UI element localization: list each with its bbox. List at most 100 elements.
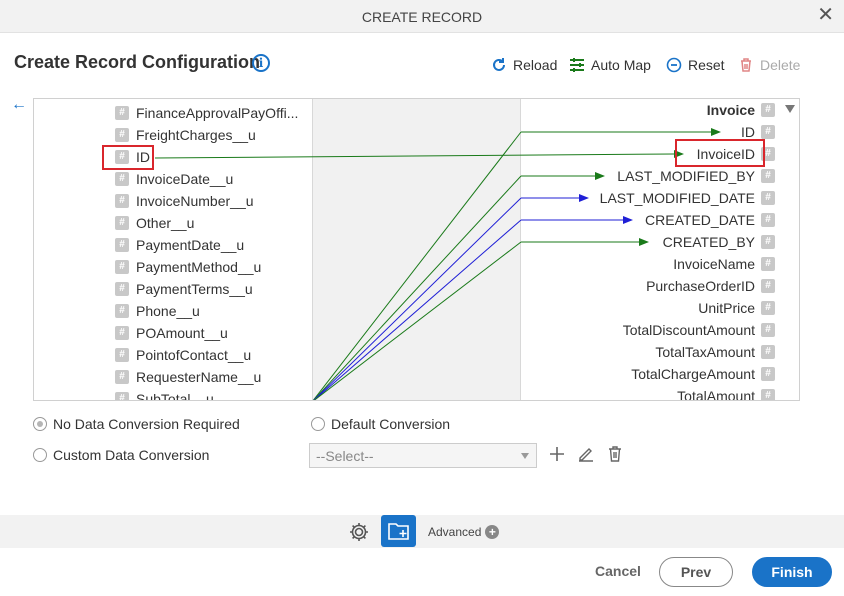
hash-icon: # [115, 392, 129, 400]
target-field-label: LAST_MODIFIED_DATE [599, 190, 755, 206]
source-field-row[interactable]: # PaymentDate__u [115, 236, 244, 254]
hash-icon: # [115, 194, 129, 208]
hash-icon: # [115, 172, 129, 186]
target-field-label: UnitPrice [698, 300, 755, 316]
custom-conversion-label: Custom Data Conversion [53, 447, 210, 463]
advanced-toggle[interactable]: Advanced + [428, 525, 500, 539]
plus-circle-icon: + [485, 525, 500, 539]
auto-map-icon [570, 58, 584, 72]
source-field-row[interactable]: # InvoiceDate__u [115, 170, 233, 188]
source-field-row[interactable]: # FinanceApprovalPayOffi... [115, 104, 298, 122]
target-field-row[interactable]: LAST_MODIFIED_DATE # [599, 189, 775, 207]
source-field-label: PaymentMethod__u [136, 259, 262, 275]
auto-map-button[interactable]: Auto Map [569, 57, 651, 73]
source-field-label: RequesterName__u [136, 369, 262, 385]
source-field-row[interactable]: # PointofContact__u [115, 346, 251, 364]
source-field-label: PaymentDate__u [136, 237, 245, 253]
target-field-row[interactable]: TotalAmount # [677, 387, 775, 400]
source-field-label: FinanceApprovalPayOffi... [136, 105, 299, 121]
trash-icon[interactable] [606, 445, 624, 463]
hash-icon: # [761, 257, 775, 271]
info-icon[interactable]: i [252, 54, 270, 72]
target-field-row[interactable]: CREATED_BY # [663, 233, 775, 251]
page-title: Create Record Configuration [14, 52, 261, 72]
back-arrow-icon[interactable]: ← [11, 96, 27, 114]
source-field-row[interactable]: # PaymentMethod__u [115, 258, 261, 276]
default-conversion-label: Default Conversion [331, 416, 451, 432]
hash-icon: # [115, 238, 129, 252]
source-field-row[interactable]: # PaymentTerms__u [115, 280, 253, 298]
radio-circle-checked [33, 417, 47, 431]
source-field-label: FreightCharges__u [136, 127, 256, 143]
target-field-row[interactable]: UnitPrice # [698, 299, 775, 317]
source-field-label: InvoiceNumber__u [136, 193, 254, 209]
folder-plus-icon [388, 523, 409, 540]
source-field-label: Phone__u [136, 303, 200, 319]
target-field-row[interactable]: PurchaseOrderID # [646, 277, 775, 295]
conversion-select[interactable]: --Select-- [309, 443, 537, 468]
source-field-label: InvoiceDate__u [136, 171, 234, 187]
delete-button[interactable]: Delete [738, 57, 800, 73]
target-field-label: PurchaseOrderID [646, 278, 755, 294]
reset-label: Reset [688, 57, 725, 73]
source-field-row[interactable]: # RequesterName__u [115, 368, 261, 386]
target-field-label: TotalDiscountAmount [622, 322, 755, 338]
hash-icon: # [761, 191, 775, 205]
hash-icon: # [761, 169, 775, 183]
hash-icon: # [761, 345, 775, 359]
add-icon[interactable] [548, 445, 566, 463]
target-field-row[interactable]: TotalChargeAmount # [631, 365, 775, 383]
radio-custom-conversion[interactable]: Custom Data Conversion [33, 447, 209, 463]
highlight-target-invoiceid [675, 139, 765, 167]
hash-icon: # [115, 128, 129, 142]
target-entity-label: Invoice # [707, 101, 775, 119]
target-field-row[interactable]: TotalDiscountAmount # [622, 321, 775, 339]
source-field-row[interactable]: # InvoiceNumber__u [115, 192, 254, 210]
hash-icon: # [761, 389, 775, 400]
close-icon[interactable]: ✕ [817, 5, 834, 25]
finish-button[interactable]: Finish [752, 557, 832, 587]
hash-icon: # [115, 326, 129, 340]
prev-button[interactable]: Prev [659, 557, 733, 587]
reset-icon [666, 57, 682, 73]
gear-icon[interactable] [348, 521, 370, 543]
target-field-row[interactable]: CREATED_DATE # [645, 211, 775, 229]
target-field-row[interactable]: LAST_MODIFIED_BY # [617, 167, 775, 185]
target-field-row[interactable]: TotalTaxAmount # [655, 343, 775, 361]
target-field-label: CREATED_DATE [645, 212, 755, 228]
chevron-down-icon [521, 453, 529, 459]
source-field-row[interactable]: # SubTotal__u [115, 390, 214, 400]
reset-button[interactable]: Reset [666, 57, 725, 73]
reload-button[interactable]: Reload [491, 57, 557, 73]
hash-icon: # [761, 301, 775, 315]
source-field-row[interactable]: # Phone__u [115, 302, 200, 320]
source-field-label: PaymentTerms__u [136, 281, 253, 297]
source-field-row[interactable]: # FreightCharges__u [115, 126, 256, 144]
source-field-label: Other__u [136, 215, 195, 231]
radio-circle [33, 448, 47, 462]
cancel-button[interactable]: Cancel [590, 557, 646, 587]
dialog-title: CREATE RECORD [361, 9, 483, 25]
radio-default-conversion[interactable]: Default Conversion [311, 416, 450, 432]
hash-icon: # [115, 370, 129, 384]
hash-icon: # [761, 279, 775, 293]
radio-circle [311, 417, 325, 431]
source-field-label: PointofContact__u [136, 347, 252, 363]
no-conversion-label: No Data Conversion Required [53, 416, 240, 432]
hash-icon: # [115, 106, 129, 120]
edit-icon[interactable] [577, 445, 595, 463]
hash-icon: # [761, 125, 775, 139]
dialog-titlebar: CREATE RECORD ✕ [0, 0, 844, 33]
collapse-caret-icon[interactable] [785, 105, 795, 113]
hash-icon: # [761, 103, 775, 117]
hash-icon: # [761, 235, 775, 249]
source-field-label: POAmount__u [136, 325, 228, 341]
source-field-row[interactable]: # Other__u [115, 214, 194, 232]
target-field-row[interactable]: InvoiceName # [673, 255, 775, 273]
source-field-row[interactable]: # POAmount__u [115, 324, 228, 342]
trash-icon [741, 58, 751, 72]
radio-no-conversion[interactable]: No Data Conversion Required [33, 416, 240, 432]
add-folder-button[interactable] [381, 515, 416, 547]
delete-label: Delete [760, 57, 801, 73]
hash-icon: # [115, 282, 129, 296]
